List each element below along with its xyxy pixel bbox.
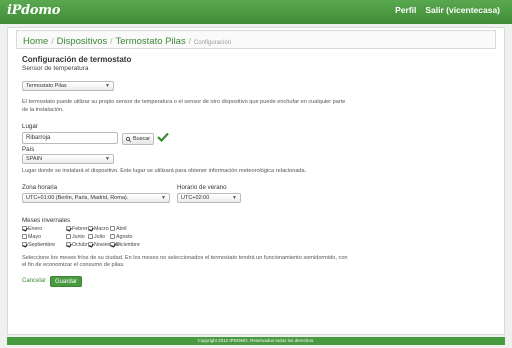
top-nav: Perfil Salir (vicentecasa) — [395, 5, 500, 15]
month-label: Mayo — [28, 233, 41, 240]
breadcrumb-termostato[interactable]: Termostato Pilas — [116, 36, 186, 47]
breadcrumb: Home / Dispositivos / Termostato Pilas / Confi… — [16, 30, 496, 49]
lugar-help-text: Lugar donde se instalará el dispositivo.… — [22, 168, 307, 174]
form-actions: Cancelar Guardar — [22, 275, 83, 287]
pais-label: País — [22, 146, 35, 153]
pais-select[interactable]: SPAIN ▼ — [22, 154, 114, 164]
month-label: Julio — [94, 233, 105, 240]
verano-label: Horario de verano — [177, 183, 227, 191]
breadcrumb-separator: / — [51, 37, 54, 46]
checkbox[interactable] — [66, 226, 71, 231]
lugar-label: Lugar — [22, 123, 38, 130]
month-checkbox-marzo[interactable]: Marzo — [88, 225, 110, 233]
chevron-down-icon: ▼ — [105, 83, 110, 89]
checkbox[interactable] — [110, 226, 115, 231]
meses-help-text: Seleccione los meses fríos de su ciudad.… — [22, 254, 348, 269]
breadcrumb-home[interactable]: Home — [23, 36, 48, 47]
lugar-row: Ribarroja Buscar — [22, 132, 352, 145]
zona-label: Zona horaria — [22, 183, 58, 191]
month-label: Marzo — [94, 225, 109, 232]
footer: Copyright 2012 IPDOMO. Reservados todos … — [7, 337, 505, 345]
actions-row: Cancelar Guardar — [22, 275, 352, 288]
sensor-help-text: El termostato puede utilizar su propio s… — [22, 99, 346, 113]
month-checkbox-diciembre[interactable]: Diciembre — [110, 241, 150, 249]
month-checkbox-mayo[interactable]: Mayo — [22, 233, 66, 241]
main-card: Home / Dispositivos / Termostato Pilas / Confi… — [7, 27, 505, 335]
checkbox[interactable] — [22, 234, 27, 239]
month-checkbox-febrero[interactable]: Febrero — [66, 225, 91, 233]
breadcrumb-separator: / — [110, 37, 113, 46]
cancel-link[interactable]: Cancelar — [22, 278, 46, 284]
sensor-select-value: Termostato Pilas — [26, 83, 67, 89]
breadcrumb-current: Configuración — [193, 40, 231, 46]
meses-label: Meses invernales — [22, 216, 71, 224]
logo[interactable]: iPdomo — [7, 3, 60, 18]
zona-select[interactable]: UTC+01:00 (Berlin, Paris, Madrid, Roma).… — [22, 192, 170, 203]
nav-perfil-link[interactable]: Perfil — [395, 5, 416, 15]
verano-select[interactable]: UTC+02:00 ▼ — [177, 192, 241, 203]
checkbox[interactable] — [66, 234, 71, 239]
chevron-down-icon: ▼ — [105, 156, 110, 162]
months-container: Enero Febrero Marzo Abril Mayo Junio Julio Agos… — [22, 225, 352, 250]
month-checkbox-noviembre[interactable]: Noviembre — [88, 241, 120, 249]
nav-logout-link[interactable]: Salir (vicentecasa) — [425, 5, 500, 15]
lugar-input[interactable]: Ribarroja — [22, 132, 118, 144]
sensor-select[interactable]: Termostato Pilas ▼ — [22, 81, 114, 91]
month-checkbox-julio[interactable]: Julio — [88, 233, 110, 241]
month-checkbox-agosto[interactable]: Agosto — [110, 233, 150, 241]
buscar-button-label: Buscar — [133, 136, 151, 142]
buscar-button[interactable]: Buscar — [122, 133, 155, 145]
form-content: Configuración de termostato Sensor de te… — [22, 55, 352, 288]
breadcrumb-separator: / — [188, 37, 191, 46]
sensor-section-title: Sensor de temperatura — [22, 65, 89, 72]
checkbox[interactable] — [88, 242, 93, 247]
month-label: Junio — [72, 233, 85, 240]
pais-select-value: SPAIN — [26, 156, 43, 162]
top-bar: iPdomo Perfil Salir (vicentecasa) — [0, 0, 512, 24]
month-label: Enero — [28, 225, 43, 232]
month-label: Septiembre — [28, 241, 56, 248]
page-title: Configuración de termostato — [22, 55, 132, 64]
month-checkbox-junio[interactable]: Junio — [66, 233, 88, 241]
checkbox[interactable] — [22, 242, 27, 247]
zona-select-value: UTC+01:00 (Berlin, Paris, Madrid, Roma). — [26, 194, 129, 201]
months-grid: Enero Febrero Marzo Abril Mayo Junio Julio Agos… — [22, 225, 150, 249]
month-checkbox-abril[interactable]: Abril — [110, 225, 150, 233]
checkbox[interactable] — [88, 226, 93, 231]
timezone-row: Zona horaria UTC+01:00 (Berlin, Paris, M… — [22, 184, 352, 208]
checkbox[interactable] — [110, 242, 115, 247]
month-label: Diciembre — [116, 241, 140, 248]
checkbox[interactable] — [110, 234, 115, 239]
month-checkbox-octubre[interactable]: Octubre — [66, 241, 91, 249]
check-icon — [157, 132, 169, 142]
checkbox[interactable] — [22, 226, 27, 231]
month-checkbox-septiembre[interactable]: Septiembre — [22, 241, 66, 249]
verano-select-value: UTC+02:00 — [181, 194, 210, 201]
breadcrumb-dispositivos[interactable]: Dispositivos — [57, 36, 108, 47]
month-label: Agosto — [116, 233, 133, 240]
chevron-down-icon: ▼ — [161, 194, 166, 201]
checkbox[interactable] — [88, 234, 93, 239]
checkbox[interactable] — [66, 242, 71, 247]
chevron-down-icon: ▼ — [232, 194, 237, 201]
search-icon — [126, 136, 131, 142]
month-label: Abril — [116, 225, 127, 232]
save-button[interactable]: Guardar — [50, 275, 83, 287]
month-checkbox-enero[interactable]: Enero — [22, 225, 66, 233]
